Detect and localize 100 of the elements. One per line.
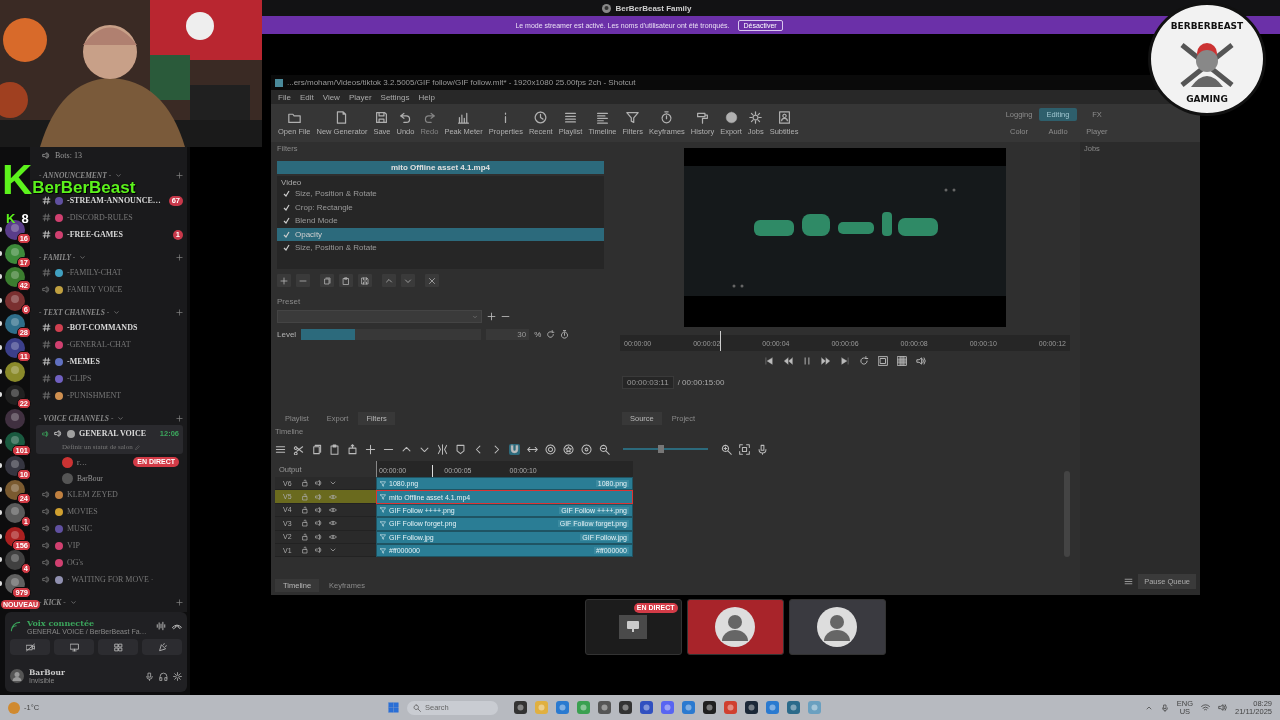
magnet-icon[interactable] — [509, 443, 520, 455]
mic-icon[interactable] — [145, 671, 154, 681]
checkbox[interactable] — [283, 244, 290, 252]
stream-tile[interactable] — [788, 599, 886, 655]
server-icon — [602, 3, 612, 13]
slider-thumb[interactable] — [658, 445, 665, 453]
app-icon[interactable] — [640, 701, 653, 714]
filter-item[interactable]: Crop: Rectangle — [277, 200, 604, 214]
filter-item[interactable]: Opacity — [277, 227, 604, 241]
channel-item[interactable]: -FAMILY-CHAT — [36, 264, 183, 281]
record-icon[interactable] — [757, 443, 768, 455]
append-icon[interactable] — [365, 443, 376, 455]
volume-icon[interactable] — [916, 356, 926, 366]
voice-channel[interactable]: · WAITING FOR MOVE · — [36, 571, 183, 588]
screen-share-button[interactable] — [54, 639, 94, 655]
pause-icon[interactable] — [802, 356, 812, 366]
redo-icon — [422, 110, 436, 124]
undo-icon — [398, 110, 412, 124]
fit-icon[interactable] — [739, 443, 750, 455]
paste-icon[interactable] — [329, 443, 340, 455]
save-filter-button[interactable] — [358, 274, 372, 287]
channel-item[interactable]: -DISCORD-RULES — [36, 209, 183, 226]
voice-channel[interactable]: MUSIC — [36, 520, 183, 537]
logo-text: GAMING — [1186, 94, 1228, 104]
paste-filter-button[interactable] — [339, 274, 353, 287]
skip-back-icon[interactable] — [764, 356, 774, 366]
chevron-down-icon — [404, 276, 412, 285]
settings-icon[interactable] — [173, 671, 182, 681]
add-icon[interactable] — [487, 312, 496, 321]
loop-icon[interactable] — [859, 356, 869, 366]
menu-icon[interactable] — [275, 443, 286, 455]
channel-item[interactable]: -BOT-COMMANDS — [36, 319, 183, 336]
voice-channel[interactable]: VIP — [36, 537, 183, 554]
voice-channel[interactable]: FAMILY VOICE — [36, 281, 183, 298]
soundboard-button[interactable] — [142, 639, 182, 655]
reset-icon[interactable] — [546, 330, 556, 339]
group-label: Video — [280, 177, 303, 187]
app-icon[interactable] — [598, 701, 611, 714]
app-icon[interactable] — [787, 701, 800, 714]
channel-item[interactable]: -GENERAL-CHAT — [36, 336, 183, 353]
marker-icon[interactable] — [455, 443, 466, 455]
level-value-field[interactable]: 30 — [486, 329, 530, 340]
skip-forward-icon[interactable] — [840, 356, 850, 366]
copy-filter-button[interactable] — [320, 274, 334, 287]
hash-icon — [42, 391, 51, 400]
camera-button[interactable] — [10, 639, 50, 655]
cut-icon[interactable] — [293, 443, 304, 455]
fast-forward-icon[interactable] — [821, 356, 831, 366]
voice-channel[interactable]: KLEM ZEYED — [36, 486, 183, 503]
stopwatch-icon[interactable] — [560, 330, 570, 339]
settings-icon — [749, 110, 763, 124]
menu-item[interactable]: Edit — [299, 92, 314, 102]
preset-label: Preset — [277, 297, 302, 306]
stream-tile[interactable] — [686, 599, 784, 655]
checkbox[interactable] — [283, 190, 290, 198]
close-filter-button[interactable] — [425, 274, 439, 287]
menu-item[interactable]: Help — [418, 92, 435, 102]
filter-item[interactable]: Size, Position & Rotate — [277, 241, 604, 255]
menu-item[interactable]: Player — [348, 92, 372, 102]
app-icon[interactable] — [703, 701, 716, 714]
signal-icon — [10, 620, 21, 632]
headphones-icon[interactable] — [159, 671, 168, 681]
zoom-frame-icon[interactable] — [878, 356, 888, 366]
channel-item[interactable]: -PUNISHMENT — [36, 387, 183, 404]
chevron-icon — [79, 253, 87, 261]
menu-item[interactable]: File — [278, 92, 291, 102]
app-icon[interactable] — [514, 701, 527, 714]
timecode-field[interactable]: 00:00:03:11 — [622, 376, 674, 389]
rewind-icon[interactable] — [783, 356, 793, 366]
checkbox[interactable] — [283, 230, 290, 238]
checkbox[interactable] — [283, 217, 290, 225]
waveform-icon[interactable] — [156, 621, 166, 631]
menu-item[interactable]: Settings — [380, 92, 410, 102]
filter-item[interactable]: Size, Position & Rotate — [277, 187, 604, 201]
lift-icon[interactable] — [347, 443, 358, 455]
server-icon[interactable] — [5, 361, 25, 382]
app-icon[interactable] — [745, 701, 758, 714]
voice-channel[interactable]: MOVIES — [36, 503, 183, 520]
channel-item[interactable]: -MEMES — [36, 353, 183, 370]
zoom-out-icon[interactable] — [599, 443, 610, 455]
add-filter-button[interactable] — [277, 274, 291, 287]
split-icon[interactable] — [437, 443, 448, 455]
voice-channel[interactable]: OG's — [36, 554, 183, 571]
windows-start-icon[interactable] — [388, 702, 399, 713]
zoom-in-icon[interactable] — [721, 443, 732, 455]
checkbox[interactable] — [283, 203, 290, 211]
copy-icon[interactable] — [311, 443, 322, 455]
lock-icon — [301, 479, 309, 488]
menu-item[interactable]: View — [322, 92, 340, 102]
app-icon[interactable] — [619, 701, 632, 714]
menu-icon[interactable] — [1124, 577, 1134, 586]
level-slider[interactable] — [301, 329, 482, 340]
activities-button[interactable] — [98, 639, 138, 655]
grid-icon[interactable] — [897, 356, 907, 366]
filter-item[interactable]: Blend Mode — [277, 214, 604, 228]
channel-item[interactable]: -CLIPS — [36, 370, 183, 387]
plus-icon — [176, 171, 183, 179]
star-icon[interactable] — [563, 443, 574, 455]
slider-label: Level — [277, 330, 297, 339]
unit-label: % — [534, 330, 542, 339]
